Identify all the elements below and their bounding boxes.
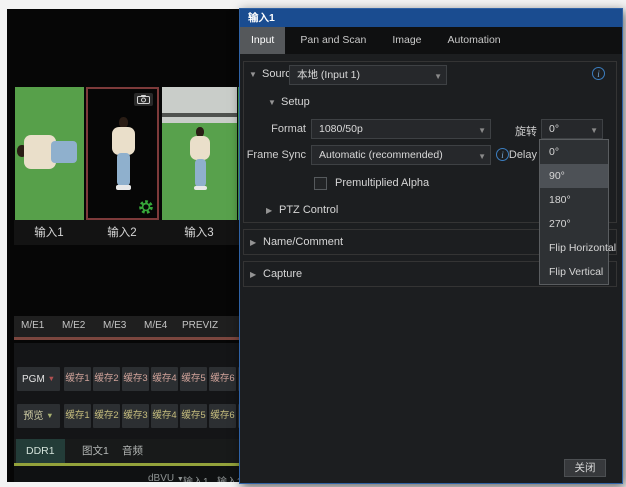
dialog-title-bar[interactable]: 输入1 xyxy=(240,9,622,27)
studio-light-bar xyxy=(162,113,237,117)
premultiplied-alpha-checkbox[interactable] xyxy=(314,177,327,190)
tab-image[interactable]: Image xyxy=(381,27,432,54)
setup-label: Setup xyxy=(281,96,310,108)
rotate-label: 旋转 xyxy=(492,123,537,139)
name-comment-label: Name/Comment xyxy=(263,236,343,248)
rotate-option-flip-v[interactable]: Flip Vertical xyxy=(540,260,608,284)
input2-thumbnail-selected[interactable] xyxy=(86,87,159,220)
preview-source-button[interactable]: 缓存5 xyxy=(180,404,207,428)
pgm-bus-button[interactable]: PGM ▼ xyxy=(17,367,60,391)
preview-bus-button[interactable]: 预览 ▼ xyxy=(17,404,60,428)
meter-unit-select[interactable]: dBVU ▼ xyxy=(148,473,184,482)
rotate-option-180[interactable]: 180° xyxy=(540,188,608,212)
tab-me1[interactable]: M/E1 xyxy=(21,320,44,331)
info-icon[interactable]: i xyxy=(592,67,605,80)
capture-label: Capture xyxy=(263,268,302,280)
chevron-down-icon: ▼ xyxy=(46,411,53,420)
preview-source-button[interactable]: 缓存2 xyxy=(93,404,120,428)
rotate-option-0[interactable]: 0° xyxy=(540,140,608,164)
premultiplied-alpha-label: Premultiplied Alpha xyxy=(335,177,429,189)
expand-arrow-icon: ▶ xyxy=(250,270,256,279)
audio-status-bar: dBVU ▼ 输入1 输入2 xyxy=(14,466,246,482)
input-labels-row: 输入1 输入2 输入3 xyxy=(14,220,246,245)
rotate-select[interactable]: 0°▼ xyxy=(541,119,603,139)
person-figure xyxy=(116,185,131,190)
close-button[interactable]: 关闭 xyxy=(564,459,606,477)
dialog-tab-bar: Input Pan and Scan Image Automation xyxy=(240,27,622,54)
frame-sync-label: Frame Sync xyxy=(240,149,306,161)
source-select[interactable]: 本地 (Input 1)▼ xyxy=(289,65,447,85)
preview-source-button[interactable]: 缓存1 xyxy=(64,404,91,428)
person-figure xyxy=(51,141,77,163)
studio-wall xyxy=(162,87,237,123)
rotate-option-flip-h[interactable]: Flip Horizontal xyxy=(540,236,608,260)
chevron-down-icon: ▼ xyxy=(478,148,486,165)
person-figure xyxy=(190,136,210,160)
pgm-source-button[interactable]: 缓存5 xyxy=(180,367,207,391)
format-label: Format xyxy=(240,123,306,135)
rotate-option-90[interactable]: 90° xyxy=(540,164,608,188)
format-select[interactable]: 1080/50p▼ xyxy=(311,119,491,139)
program-bus-row: PGM ▼ 缓存1 缓存2 缓存3 缓存4 缓存5 缓存6 缓存7 xyxy=(14,367,246,391)
preview-bus-row: 预览 ▼ 缓存1 缓存2 缓存3 缓存4 缓存5 缓存6 缓存7 xyxy=(14,404,246,428)
tab-input[interactable]: Input xyxy=(240,27,285,54)
tab-previz[interactable]: PREVIZ xyxy=(182,320,218,331)
tab-me4[interactable]: M/E4 xyxy=(144,320,167,331)
program-accent-underline xyxy=(14,337,246,340)
pgm-source-button[interactable]: 缓存4 xyxy=(151,367,178,391)
pgm-source-button[interactable]: 缓存1 xyxy=(64,367,91,391)
tab-pan-and-scan[interactable]: Pan and Scan xyxy=(289,27,377,54)
tab-me3[interactable]: M/E3 xyxy=(103,320,126,331)
camera-icon[interactable] xyxy=(134,93,153,106)
pgm-source-button[interactable]: 缓存6 xyxy=(209,367,236,391)
pgm-source-button[interactable]: 缓存2 xyxy=(93,367,120,391)
preview-source-button[interactable]: 缓存3 xyxy=(122,404,149,428)
input3-thumbnail[interactable] xyxy=(162,87,237,220)
input1-label: 输入1 xyxy=(34,224,63,240)
preview-source-button[interactable]: 缓存4 xyxy=(151,404,178,428)
input2-label: 输入2 xyxy=(107,224,136,240)
chevron-down-icon: ▼ xyxy=(478,122,486,139)
media-tab-bar: DDR1 图文1 音频 xyxy=(14,439,246,463)
expand-arrow-icon[interactable]: ▶ xyxy=(266,206,272,215)
person-figure xyxy=(112,127,135,155)
preview-source-button[interactable]: 缓存6 xyxy=(209,404,236,428)
ptz-control-section[interactable]: PTZ Control xyxy=(279,204,338,216)
delay-label: Delay xyxy=(492,149,537,161)
person-figure xyxy=(117,153,130,186)
input3-label: 输入3 xyxy=(184,224,213,240)
input1-thumbnail[interactable] xyxy=(15,87,84,220)
frame-sync-select[interactable]: Automatic (recommended)▼ xyxy=(311,145,491,165)
gear-icon[interactable] xyxy=(138,199,154,215)
input-settings-dialog: 输入1 Input Pan and Scan Image Automation … xyxy=(239,8,623,484)
screenshot-root: 输入1 输入2 输入3 M/E1 M/E2 M/E3 M/E4 PREVIZ P… xyxy=(0,0,626,487)
chevron-down-icon: ▼ xyxy=(590,122,598,139)
rotate-dropdown-list: 0° 90° 180° 270° Flip Horizontal Flip Ve… xyxy=(539,139,609,285)
chevron-down-icon: ▼ xyxy=(434,68,442,85)
collapse-arrow-icon[interactable]: ▼ xyxy=(249,70,257,79)
expand-arrow-icon: ▶ xyxy=(250,238,256,247)
tab-me2[interactable]: M/E2 xyxy=(62,320,85,331)
chevron-down-icon: ▼ xyxy=(48,374,55,383)
person-figure xyxy=(195,159,206,187)
tab-ddr1[interactable]: DDR1 xyxy=(16,439,65,463)
collapse-arrow-icon[interactable]: ▼ xyxy=(268,98,276,107)
pgm-source-button[interactable]: 缓存3 xyxy=(122,367,149,391)
audio-channel-label[interactable]: 输入1 xyxy=(183,473,209,482)
person-figure xyxy=(194,186,207,190)
me-tab-bar: M/E1 M/E2 M/E3 M/E4 PREVIZ xyxy=(14,316,246,337)
rotate-option-270[interactable]: 270° xyxy=(540,212,608,236)
tab-automation[interactable]: Automation xyxy=(437,27,512,54)
switcher-bus-area: PGM ▼ 缓存1 缓存2 缓存3 缓存4 缓存5 缓存6 缓存7 预览 ▼ 缓… xyxy=(14,343,246,442)
tab-audio[interactable]: 音频 xyxy=(112,439,153,463)
